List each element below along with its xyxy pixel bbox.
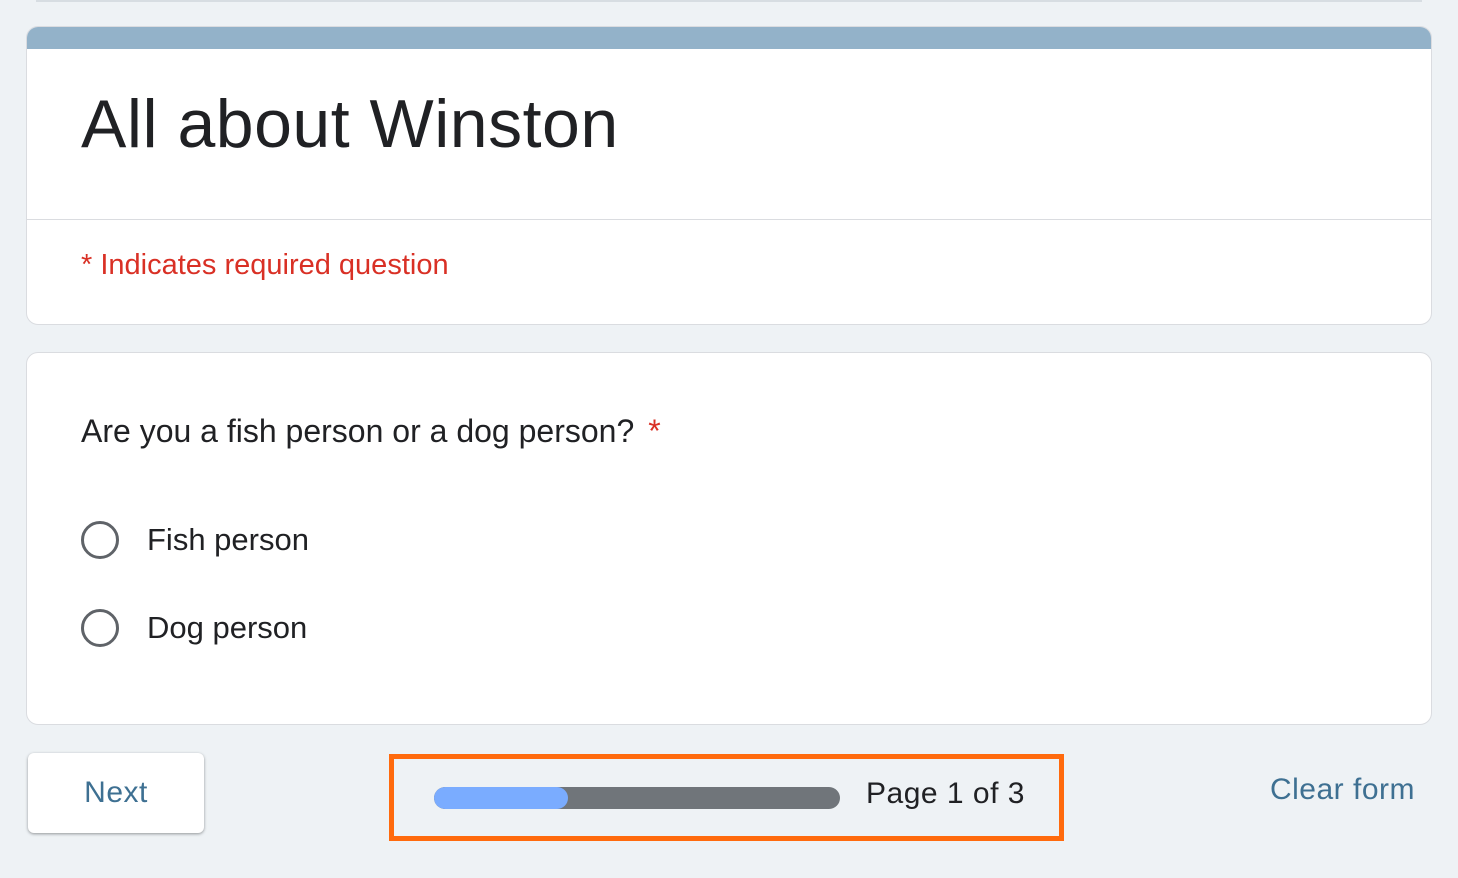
next-button[interactable]: Next (28, 753, 204, 833)
header-accent-bar (27, 27, 1431, 49)
question-card: Are you a fish person or a dog person? * … (26, 352, 1432, 725)
option-fish-person[interactable]: Fish person (81, 517, 309, 563)
required-question-note: * Indicates required question (81, 249, 449, 281)
required-asterisk: * (648, 413, 661, 449)
option-dog-person[interactable]: Dog person (81, 605, 307, 651)
progress-bar (434, 787, 840, 809)
top-divider (36, 0, 1422, 2)
question-title: Are you a fish person or a dog person? * (81, 413, 661, 450)
form-header-card: All about Winston * Indicates required q… (26, 26, 1432, 325)
page-indicator: Page 1 of 3 (866, 777, 1025, 810)
header-divider (27, 219, 1431, 220)
form-title: All about Winston (81, 86, 619, 162)
radio-unchecked-icon[interactable] (81, 521, 119, 559)
radio-unchecked-icon[interactable] (81, 609, 119, 647)
clear-form-link[interactable]: Clear form (1270, 773, 1415, 807)
progress-bar-fill (434, 787, 568, 809)
progress-indicator: Page 1 of 3 (389, 754, 1064, 841)
question-label: Are you a fish person or a dog person? (81, 413, 635, 449)
option-label: Fish person (147, 522, 309, 557)
option-label: Dog person (147, 610, 308, 645)
